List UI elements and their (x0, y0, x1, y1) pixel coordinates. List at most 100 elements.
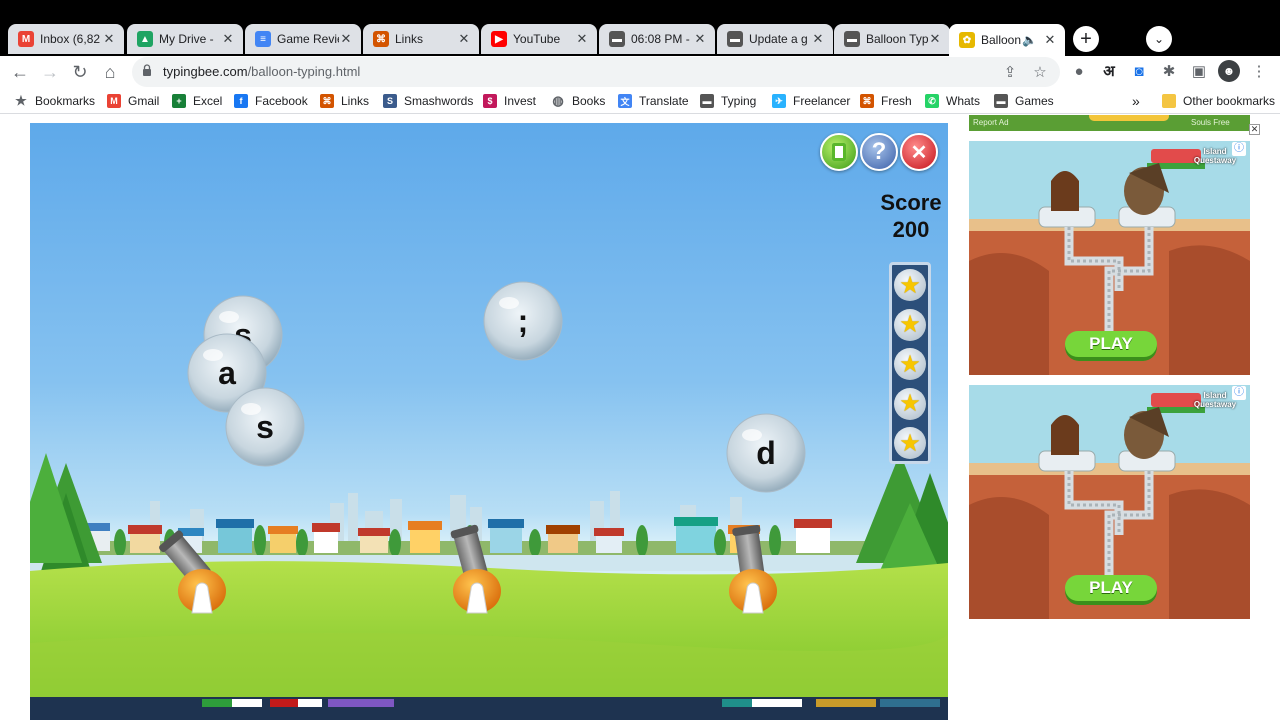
browser-tab[interactable]: ≡ Game Revie ✕ (245, 24, 361, 54)
ad-info-icon[interactable]: ⓘ (1232, 142, 1246, 156)
close-tab-icon[interactable]: ✕ (693, 31, 707, 47)
browser-tab[interactable]: ⌘ Links ✕ (363, 24, 479, 54)
speaker-icon[interactable]: 🔈 (1022, 33, 1037, 47)
bookmark-item[interactable]: ▬ Games (994, 93, 1054, 109)
sheets-icon: + (172, 94, 186, 108)
screen-capture-icon[interactable]: ◙ (1128, 60, 1150, 82)
bookmark-item[interactable]: + Excel (172, 93, 222, 109)
forward-button[interactable]: → (38, 60, 62, 84)
close-game-button[interactable]: ✕ (900, 133, 938, 171)
menu-kebab-icon[interactable]: ⋮ (1248, 60, 1270, 82)
profile-avatar[interactable]: ☻ (1218, 60, 1240, 82)
close-tab-icon[interactable]: ✕ (339, 31, 353, 47)
bookmark-item[interactable]: ⌘ Links (320, 93, 369, 109)
back-button[interactable]: ← (8, 60, 32, 84)
bookmark-star-icon[interactable]: ☆ (1030, 62, 1050, 82)
ad-top-strip: Report Ad Souls Free (969, 115, 1250, 131)
bookmark-item[interactable]: ▬ Typing (700, 93, 756, 109)
home-button[interactable]: ⌂ (98, 60, 122, 84)
ad-brand-text: Island Questaway (1193, 147, 1237, 165)
bookmark-item[interactable]: ⌘ Fresh (860, 93, 912, 109)
browser-tab[interactable]: ▬ 06:08 PM - ✕ (599, 24, 715, 54)
game-scene: sas;d (30, 281, 948, 697)
close-tab-icon[interactable]: ✕ (457, 31, 471, 47)
web-page: s a s; d ? ✕ Score 200 ★ ★ ★ ★ ★ Report Ad (0, 115, 1266, 720)
globe-icon: ◍ (552, 93, 564, 108)
help-button[interactable]: ? (860, 133, 898, 171)
ad-brand-text: Island Questaway (1193, 391, 1237, 409)
pause-button[interactable] (820, 133, 858, 171)
extensions-puzzle-icon[interactable]: ✱ (1158, 60, 1180, 82)
bookmark-item[interactable]: ✆ Whats (925, 93, 980, 109)
browser-tab[interactable]: M Inbox (6,82 ✕ (8, 24, 124, 54)
extension-colors-icon[interactable]: ● (1068, 60, 1090, 82)
bookmark-label: Whats (946, 94, 981, 108)
side-panel-icon[interactable]: ▣ (1188, 60, 1210, 82)
close-tab-icon[interactable]: ✕ (102, 31, 116, 47)
close-tab-icon[interactable]: ✕ (575, 31, 589, 47)
tab-title: Balloon Typ (866, 32, 928, 46)
address-bar[interactable]: typingbee.com/balloon-typing.html ⇪ ☆ (132, 57, 1060, 87)
close-tab-icon[interactable]: ✕ (811, 31, 825, 47)
score-panel: Score 200 (852, 189, 948, 243)
bookmark-item[interactable]: ◍ Books (551, 93, 605, 109)
game-advertisement[interactable]: PLAY Island Questaway ⓘ (969, 385, 1250, 619)
balloon-typing-game[interactable]: s a s; d ? ✕ Score 200 ★ ★ ★ ★ ★ (30, 123, 948, 697)
ad-close-icon[interactable]: ✕ (1249, 124, 1260, 135)
browser-tab[interactable]: ✿ Balloon 🔈 ✕ (949, 24, 1065, 56)
reload-button[interactable]: ↻ (68, 60, 92, 84)
balloon-letter: ; (518, 303, 529, 339)
browser-tab[interactable]: ▲ My Drive - ✕ (127, 24, 243, 54)
bookmark-item[interactable]: 文 Translate (618, 93, 689, 109)
bookmark-item[interactable]: ★ Bookmarks (14, 93, 95, 109)
help-icon: ? (871, 138, 887, 165)
score-value: 200 (892, 217, 930, 242)
folder-icon (1162, 94, 1176, 108)
bookmark-item[interactable]: $ Invest (483, 93, 536, 109)
hindi-input-icon[interactable]: अ (1098, 60, 1120, 82)
browser-tab[interactable]: ▬ Balloon Typ ✕ (834, 24, 950, 54)
close-tab-icon[interactable]: ✕ (928, 31, 942, 47)
fresh-icon: ⌘ (860, 94, 874, 108)
ad-play-button[interactable]: PLAY (1065, 334, 1157, 354)
typing-icon: ▬ (700, 94, 714, 108)
bookmark-item[interactable]: M Gmail (107, 93, 159, 109)
close-tab-icon[interactable]: ✕ (1043, 32, 1057, 48)
typing-icon: ▬ (844, 31, 860, 47)
game-footer-bar (30, 697, 948, 720)
ad-play-label: PLAY (1089, 578, 1133, 597)
lock-icon[interactable] (142, 64, 152, 76)
other-bookmarks-folder[interactable]: Other bookmarks (1162, 93, 1275, 109)
typingbee-icon: ✿ (959, 32, 975, 48)
game-advertisement[interactable]: PLAY Island Questaway ⓘ (969, 141, 1250, 375)
url-text[interactable]: typingbee.com/balloon-typing.html (163, 64, 360, 79)
browser-toolbar: ← → ↻ ⌂ typingbee.com/balloon-typing.htm… (0, 56, 1280, 88)
close-tab-icon[interactable]: ✕ (221, 31, 235, 47)
browser-tab[interactable]: ▬ Update a g ✕ (717, 24, 833, 54)
bookmark-label: Links (341, 94, 370, 108)
share-icon[interactable]: ⇪ (1000, 62, 1020, 82)
bookmark-item[interactable]: f Facebook (234, 93, 308, 109)
score-label: Score (880, 190, 942, 215)
more-bookmarks-button[interactable]: » (1132, 93, 1140, 109)
balloon-letter: d (756, 435, 776, 471)
bookmark-item[interactable]: ✈ Freelancer (772, 93, 850, 109)
tab-title: Game Revie (277, 32, 339, 46)
new-tab-button[interactable]: + (1073, 26, 1099, 52)
letter-balloon: d (726, 413, 806, 493)
tab-title: 06:08 PM - (631, 32, 690, 46)
browser-tab[interactable]: ▶ YouTube ✕ (481, 24, 597, 54)
tab-search-button[interactable]: ⌄ (1146, 26, 1172, 52)
ad-info-icon[interactable]: ⓘ (1232, 386, 1246, 400)
ad-play-button[interactable]: PLAY (1065, 578, 1157, 598)
tab-title: Update a g (749, 32, 808, 46)
tab-title: My Drive - (159, 32, 214, 46)
bookmark-label: Typing (721, 94, 757, 108)
balloon-letter: a (218, 355, 236, 391)
bookmark-label: Games (1015, 94, 1054, 108)
links-icon: ⌘ (320, 94, 334, 108)
typing-icon: ▬ (994, 94, 1008, 108)
drive-icon: ▲ (137, 31, 153, 47)
bookmark-label: Gmail (128, 94, 160, 108)
bookmark-item[interactable]: S Smashwords (383, 93, 473, 109)
